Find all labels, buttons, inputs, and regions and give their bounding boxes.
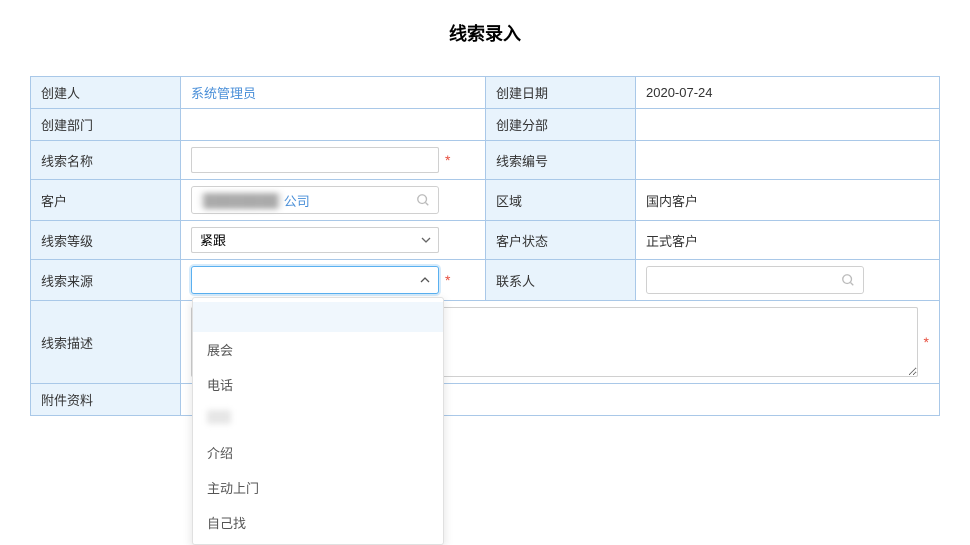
value-lead-source: 展会 电话 介绍 主动上门 自己找 * — [181, 260, 486, 301]
lead-level-select[interactable]: 紧跟 — [191, 227, 439, 253]
value-lead-level: 紧跟 — [181, 221, 486, 260]
label-region: 区域 — [486, 180, 636, 221]
dropdown-item[interactable]: 主动上门 — [193, 470, 443, 505]
label-customer-status: 客户状态 — [486, 221, 636, 260]
label-create-date: 创建日期 — [486, 77, 636, 109]
value-lead-name: * — [181, 141, 486, 180]
dropdown-item[interactable]: 展会 — [193, 332, 443, 367]
dropdown-item[interactable] — [193, 302, 443, 332]
dropdown-item[interactable]: 介绍 — [193, 435, 443, 470]
lead-form-table: 创建人 系统管理员 创建日期 2020-07-24 创建部门 创建分部 线索名称… — [30, 76, 940, 416]
label-attachments: 附件资料 — [31, 384, 181, 416]
label-lead-source: 线索来源 — [31, 260, 181, 301]
value-region: 国内客户 — [636, 180, 940, 221]
value-creator: 系统管理员 — [181, 77, 486, 109]
lead-source-dropdown: 展会 电话 介绍 主动上门 自己找 — [192, 297, 444, 545]
customer-name-blurred: ████████ — [200, 193, 282, 208]
value-lead-no — [636, 141, 940, 180]
search-icon — [416, 193, 430, 207]
required-star-icon: * — [924, 334, 929, 350]
search-icon — [841, 273, 855, 287]
required-star-icon: * — [445, 152, 450, 168]
label-lead-name: 线索名称 — [31, 141, 181, 180]
label-customer: 客户 — [31, 180, 181, 221]
lead-name-input[interactable] — [191, 147, 439, 173]
value-create-branch — [636, 109, 940, 141]
dropdown-item[interactable] — [193, 402, 443, 435]
dropdown-item[interactable]: 电话 — [193, 367, 443, 402]
value-customer: ████████ 公司 — [181, 180, 486, 221]
required-star-icon: * — [445, 272, 450, 288]
chevron-up-icon — [420, 275, 430, 285]
label-contact: 联系人 — [486, 260, 636, 301]
value-create-date: 2020-07-24 — [636, 77, 940, 109]
customer-lookup[interactable]: ████████ 公司 — [191, 186, 439, 214]
label-lead-desc: 线索描述 — [31, 301, 181, 384]
label-creator: 创建人 — [31, 77, 181, 109]
label-create-dept: 创建部门 — [31, 109, 181, 141]
label-lead-no: 线索编号 — [486, 141, 636, 180]
label-lead-level: 线索等级 — [31, 221, 181, 260]
label-create-branch: 创建分部 — [486, 109, 636, 141]
creator-link[interactable]: 系统管理员 — [191, 86, 256, 101]
value-create-dept — [181, 109, 486, 141]
contact-lookup[interactable] — [646, 266, 864, 294]
value-contact — [636, 260, 940, 301]
dropdown-item[interactable]: 自己找 — [193, 505, 443, 540]
value-customer-status: 正式客户 — [636, 221, 940, 260]
page-title: 线索录入 — [30, 20, 940, 46]
lead-source-select[interactable]: 展会 电话 介绍 主动上门 自己找 — [191, 266, 439, 294]
